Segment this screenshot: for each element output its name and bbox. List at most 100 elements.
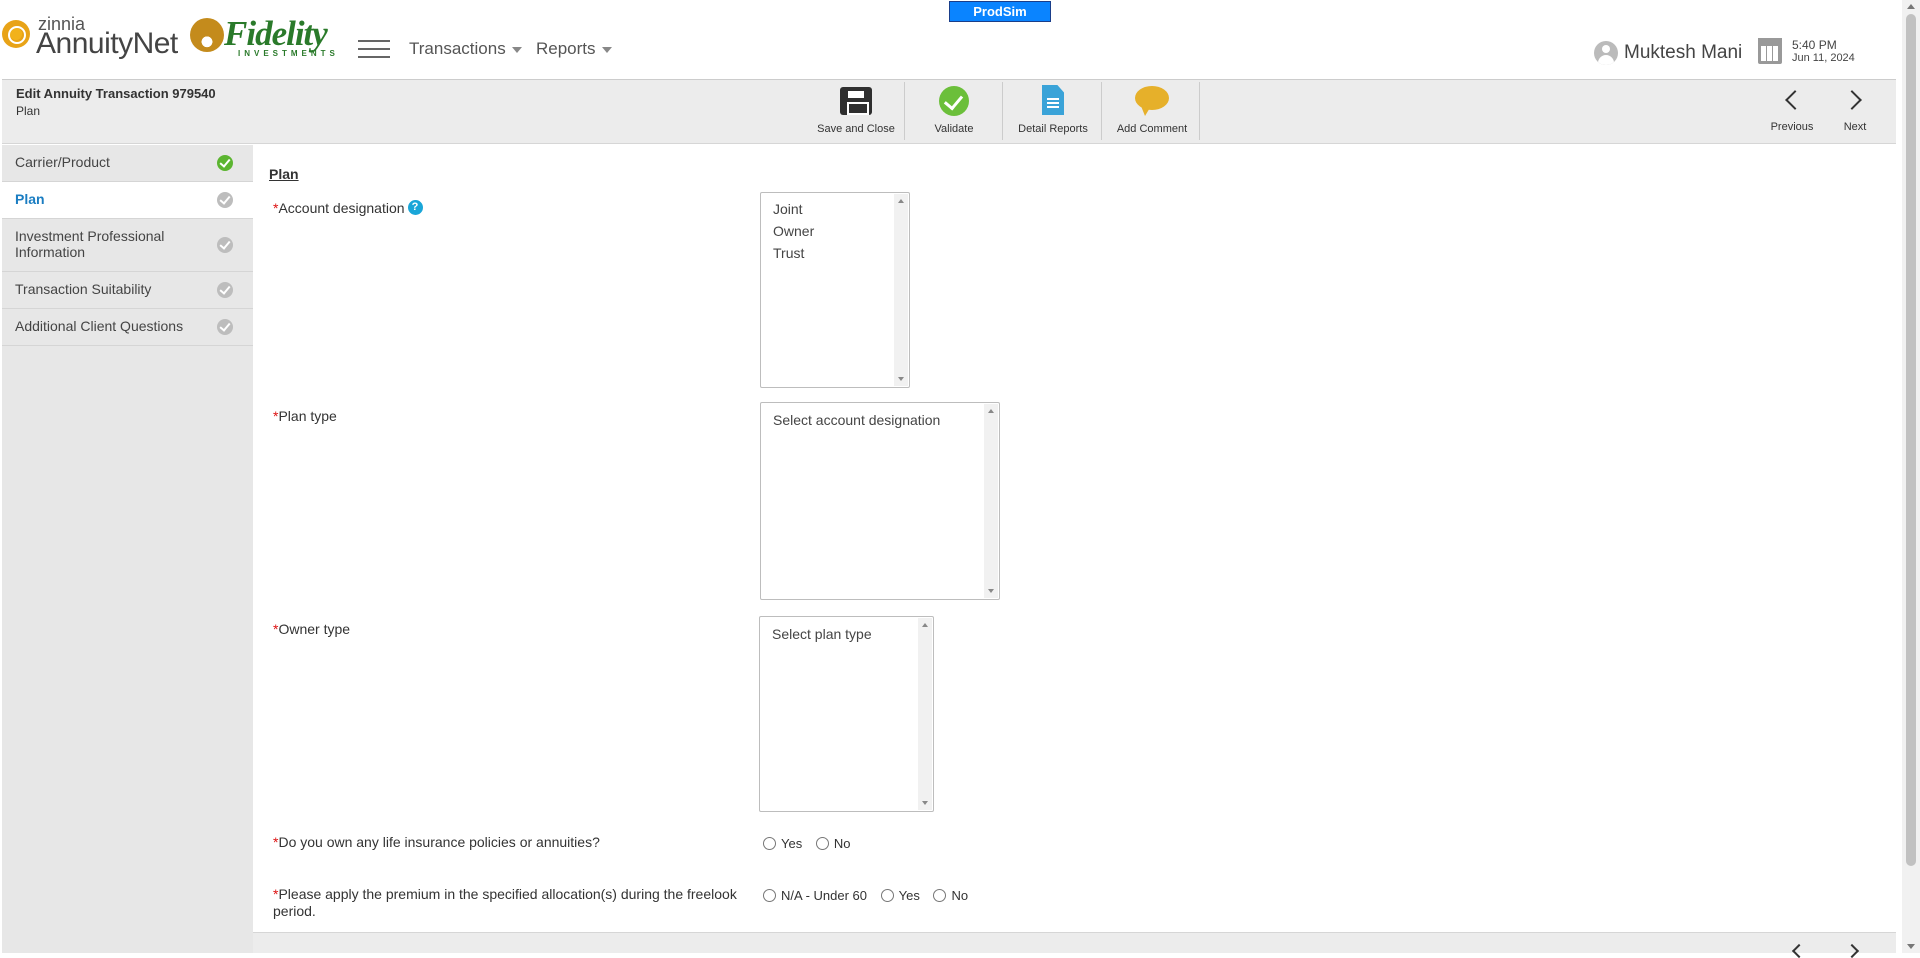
toolbar-divider — [1101, 82, 1102, 140]
toolbar-divider — [1199, 82, 1200, 140]
radio-label: Yes — [898, 888, 920, 903]
freelook-question-text: Please apply the premium in the specifie… — [273, 886, 737, 919]
list-option: Select plan type — [772, 626, 872, 642]
scrollbar-thumb[interactable] — [1906, 14, 1916, 866]
owner-type-label-text: Owner type — [278, 621, 351, 637]
plan-type-listbox[interactable]: Select account designation — [760, 402, 1000, 600]
life-insurance-yes-radio[interactable]: Yes — [763, 836, 802, 851]
sidebar-item-plan[interactable]: Plan — [2, 182, 253, 219]
transactions-menu[interactable]: Transactions — [409, 39, 522, 59]
listbox-scrollbar[interactable] — [984, 404, 998, 598]
life-insurance-question-label: *Do you own any life insurance policies … — [273, 834, 753, 851]
plan-type-label-text: Plan type — [278, 408, 337, 424]
clock-time: 5:40 PM — [1792, 38, 1837, 52]
chevron-left-icon — [1785, 90, 1805, 110]
checkmark-circle-icon — [939, 86, 969, 116]
fidelity-logo-icon — [190, 18, 224, 52]
next-button[interactable]: Next — [1825, 80, 1885, 143]
fidelity-wordmark: Fidelity — [224, 14, 328, 53]
transaction-subtitle: Plan — [16, 104, 41, 118]
freelook-radio-group: N/A - Under 60 Yes No — [763, 888, 978, 903]
sidebar-item-additional-client-questions[interactable]: Additional Client Questions — [2, 309, 253, 346]
fidelity-subtitle: INVESTMENTS — [238, 49, 339, 58]
validate-button[interactable]: Validate — [908, 80, 1000, 143]
zinnia-annuitynet-logo[interactable]: zinnia AnnuityNet — [2, 14, 202, 64]
account-designation-label: *Account designation? — [273, 200, 423, 217]
page-scrollbar[interactable] — [1902, 0, 1920, 953]
list-option: Select account designation — [773, 412, 941, 428]
environment-badge: ProdSim — [949, 1, 1051, 22]
scroll-down-arrow-icon[interactable] — [1907, 944, 1915, 949]
add-comment-button[interactable]: Add Comment — [1105, 80, 1199, 143]
transaction-title: Edit Annuity Transaction 979540 — [16, 86, 216, 101]
radio-circle-icon — [933, 889, 947, 902]
radio-label: Yes — [781, 836, 803, 851]
life-insurance-question-text: Do you own any life insurance policies o… — [278, 834, 600, 850]
document-icon — [1042, 85, 1064, 115]
list-option[interactable]: Trust — [761, 242, 909, 264]
reports-menu-label: Reports — [536, 39, 596, 58]
clock-date: Jun 11, 2024 — [1792, 52, 1855, 64]
chevron-down-icon — [601, 46, 612, 53]
annuitynet-wordmark: AnnuityNet — [36, 27, 178, 60]
previous-button[interactable]: Previous — [1762, 80, 1822, 143]
owner-type-listbox[interactable]: Select plan type — [759, 616, 934, 812]
fidelity-logo: Fidelity INVESTMENTS — [190, 14, 355, 62]
next-label: Next — [1843, 121, 1867, 133]
radio-label: N/A - Under 60 — [781, 888, 867, 903]
chevron-left-icon[interactable] — [1791, 943, 1807, 958]
sidebar-item-label: Plan — [15, 191, 45, 207]
top-bar: ProdSim zinnia AnnuityNet Fidelity INVES… — [0, 0, 1902, 78]
chevron-down-icon — [511, 46, 522, 53]
detail-reports-label: Detail Reports — [1018, 123, 1088, 135]
sidebar-item-label: Investment Professional Information — [15, 228, 165, 260]
transaction-toolbar: Edit Annuity Transaction 979540 Plan Sav… — [2, 79, 1896, 144]
add-comment-label: Add Comment — [1116, 123, 1188, 135]
hamburger-menu-icon[interactable] — [358, 40, 390, 62]
radio-circle-icon — [763, 889, 776, 902]
plan-form: Plan *Account designation? Joint Owner T… — [253, 145, 1896, 953]
radio-circle-icon — [815, 837, 829, 850]
section-title: Plan — [269, 166, 299, 182]
help-icon[interactable]: ? — [407, 200, 423, 215]
account-designation-listbox[interactable]: Joint Owner Trust — [760, 192, 910, 388]
sidebar-item-investment-professional[interactable]: Investment Professional Information — [2, 219, 253, 272]
validate-label: Validate — [934, 123, 974, 135]
check-circle-icon — [217, 319, 233, 335]
listbox-scrollbar[interactable] — [918, 618, 932, 810]
sidebar-item-transaction-suitability[interactable]: Transaction Suitability — [2, 272, 253, 309]
chevron-right-icon[interactable] — [1844, 943, 1860, 958]
toolbar-divider — [904, 82, 905, 140]
scroll-up-arrow-icon[interactable] — [1907, 4, 1915, 9]
life-insurance-radio-group: Yes No — [763, 836, 860, 851]
transactions-menu-label: Transactions — [409, 39, 506, 58]
account-designation-label-text: Account designation — [278, 200, 405, 216]
user-menu[interactable]: Muktesh Mani — [1594, 41, 1742, 65]
toolbar-divider — [1002, 82, 1003, 140]
bottom-navigation-strip — [253, 932, 1896, 958]
life-insurance-no-radio[interactable]: No — [815, 836, 851, 851]
list-option[interactable]: Owner — [761, 220, 909, 242]
sidebar-item-carrier-product[interactable]: Carrier/Product — [2, 145, 253, 182]
comment-bubble-icon — [1135, 86, 1169, 116]
radio-label: No — [951, 888, 969, 903]
reports-menu[interactable]: Reports — [536, 39, 612, 59]
section-sidebar: Carrier/Product Plan Investment Professi… — [2, 145, 253, 953]
freelook-question-label: *Please apply the premium in the specifi… — [273, 886, 753, 920]
check-circle-icon — [217, 237, 233, 253]
chevron-right-icon — [1842, 90, 1862, 110]
listbox-scrollbar[interactable] — [894, 194, 908, 386]
freelook-no-radio[interactable]: No — [933, 888, 968, 903]
list-option[interactable]: Joint — [761, 198, 909, 220]
previous-label: Previous — [1770, 121, 1814, 133]
detail-reports-button[interactable]: Detail Reports — [1006, 80, 1100, 143]
radio-label: No — [833, 836, 851, 851]
save-and-close-button[interactable]: Save and Close — [812, 80, 900, 143]
freelook-na-under-60-radio[interactable]: N/A - Under 60 — [763, 888, 867, 903]
check-circle-icon — [217, 282, 233, 298]
check-circle-icon — [217, 192, 233, 208]
calendar-icon — [1758, 38, 1782, 64]
owner-type-label: *Owner type — [273, 621, 350, 638]
plan-type-label: *Plan type — [273, 408, 337, 425]
freelook-yes-radio[interactable]: Yes — [880, 888, 920, 903]
